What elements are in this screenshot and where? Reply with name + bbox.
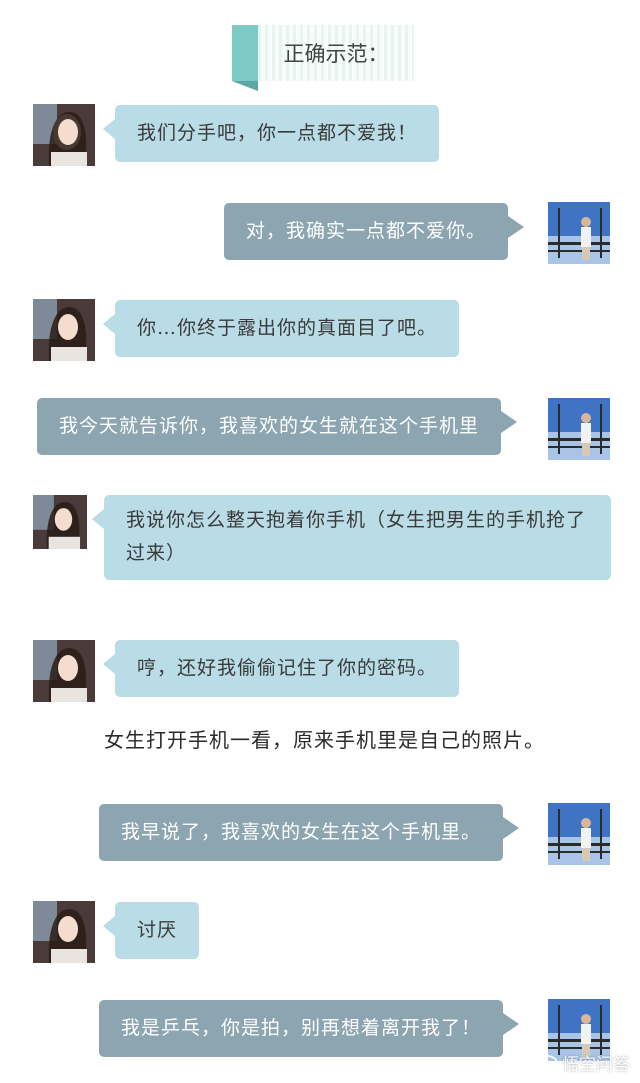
narration-text: 女生打开手机一看，原来手机里是自己的照片。 (104, 728, 545, 752)
title-banner: 正确示范： (232, 25, 414, 91)
banner-fold (232, 81, 258, 91)
avatar-her (33, 901, 95, 963)
wukong-logo-icon (536, 1054, 558, 1071)
avatar-him (548, 202, 610, 264)
avatar-her (33, 495, 87, 549)
avatar-her (33, 299, 95, 361)
avatar-her (33, 640, 95, 702)
watermark: 悟空问答 (536, 1050, 630, 1075)
message-bubble-her: 哼，还好我偷偷记住了你的密码。 (102, 640, 460, 697)
message-bubble-her: 你…你终于露出你的真面目了吧。 (102, 300, 460, 357)
avatar-him (548, 398, 610, 460)
message-bubble-him: 我早说了，我喜欢的女生在这个手机里。 (99, 804, 520, 861)
message-bubble-her: 讨厌 (102, 902, 200, 959)
watermark-text: 悟空问答 (562, 1055, 630, 1075)
banner-tab (232, 25, 258, 81)
avatar-her (33, 104, 95, 166)
message-bubble-him: 我是乒乓，你是拍，别再想着离开我了！ (99, 1000, 520, 1057)
message-bubble-her: 我说你怎么整天抱着你手机（女生把男生的手机抢了过来） (92, 495, 611, 580)
message-bubble-her: 我们分手吧，你一点都不爱我！ (102, 105, 440, 162)
avatar-him (548, 803, 610, 865)
message-bubble-him: 我今天就告诉你，我喜欢的女生就在这个手机里 (37, 398, 518, 455)
message-bubble-him: 对，我确实一点都不爱你。 (224, 203, 525, 260)
page-title: 正确示范： (258, 25, 414, 81)
